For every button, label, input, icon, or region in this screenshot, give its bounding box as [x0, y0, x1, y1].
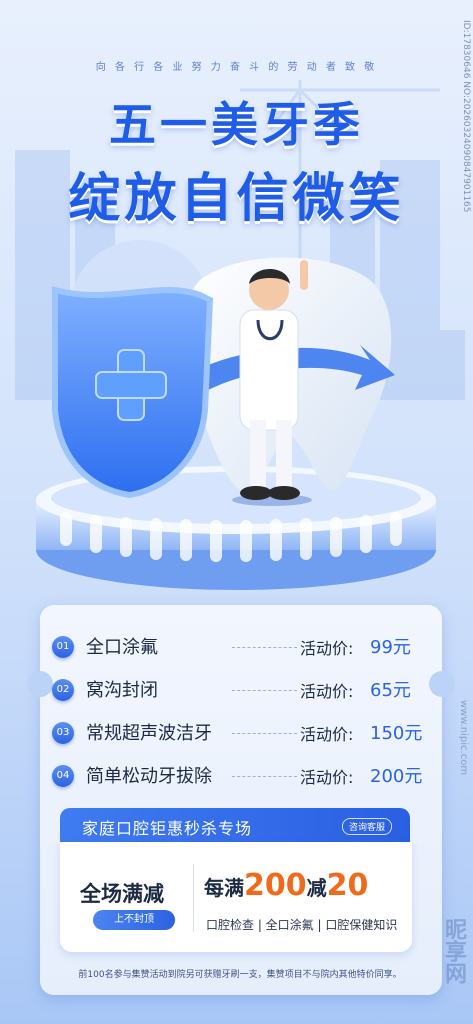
- watermark-site: www.nipic.com: [458, 700, 469, 776]
- panel-notch-left: [27, 671, 53, 697]
- service-name: 常规超声波洁牙: [86, 723, 212, 744]
- title-line-1: 五一美牙季: [109, 98, 364, 153]
- price-value: 150元: [370, 723, 423, 744]
- title-line-2: 绽放自信微笑: [68, 169, 405, 229]
- consult-button[interactable]: 咨询客服: [341, 818, 392, 835]
- deal-items: 口腔检查 | 全口涂氟 | 口腔保健知识: [206, 918, 398, 932]
- dotted-divider: [232, 733, 297, 734]
- price-value: 200元: [370, 766, 423, 787]
- row-number-badge: 02: [52, 679, 74, 701]
- tagline: 向 各 行 各 业 努 力 奋 斗 的 劳 动 者 致 敬: [95, 62, 378, 73]
- vertical-divider: [193, 864, 194, 932]
- price-label: 活动价:: [300, 768, 354, 787]
- deal-prefix: 每满: [204, 876, 244, 900]
- deal-off: 20: [326, 868, 369, 903]
- hero-illustration: [36, 257, 436, 590]
- full-discount-label: 全场满减: [80, 882, 164, 906]
- promo-header: 家庭口腔钜惠秒杀专场 咨询客服: [60, 808, 410, 842]
- dotted-divider: [232, 690, 297, 691]
- dotted-divider: [232, 776, 297, 777]
- price-value: 99元: [370, 637, 411, 658]
- price-label: 活动价:: [300, 682, 354, 701]
- service-row[interactable]: 01 全口涂氟 活动价: 99元: [52, 632, 432, 662]
- footer-note: 前100名参与集赞活动到院另可获赠牙刷一支，集赞项目不与院内其他特价同享。: [78, 970, 402, 980]
- dotted-divider: [232, 647, 297, 648]
- deal-text: 每满200减20: [204, 868, 368, 903]
- service-row[interactable]: 04 简单松动牙拔除 活动价: 200元: [52, 761, 432, 791]
- price-label: 活动价:: [300, 725, 354, 744]
- price-label: 活动价:: [300, 639, 354, 658]
- service-name: 窝沟封闭: [86, 680, 158, 701]
- deal-amount: 200: [244, 868, 307, 903]
- service-name: 简单松动牙拔除: [86, 766, 212, 787]
- row-number-badge: 04: [52, 765, 74, 787]
- service-row[interactable]: 02 窝沟封闭 活动价: 65元: [52, 675, 432, 705]
- service-name: 全口涂氟: [86, 637, 158, 658]
- price-value: 65元: [370, 680, 411, 701]
- promo-title: 家庭口腔钜惠秒杀专场: [82, 819, 253, 838]
- row-number-badge: 03: [52, 722, 74, 744]
- service-row[interactable]: 03 常规超声波洁牙 活动价: 150元: [52, 718, 432, 748]
- no-cap-badge: 上不封顶: [93, 910, 175, 930]
- deal-mid: 减: [306, 876, 327, 900]
- promo-card: 全场满减 上不封顶 每满200减20 口腔检查 | 全口涂氟 | 口腔保健知识: [60, 842, 412, 952]
- cross-shield-icon: [52, 286, 214, 499]
- panel-notch-right: [429, 671, 455, 697]
- poster: ID:17830646 NO:20260324090847901165 www.…: [0, 0, 473, 1024]
- row-number-badge: 01: [52, 636, 74, 658]
